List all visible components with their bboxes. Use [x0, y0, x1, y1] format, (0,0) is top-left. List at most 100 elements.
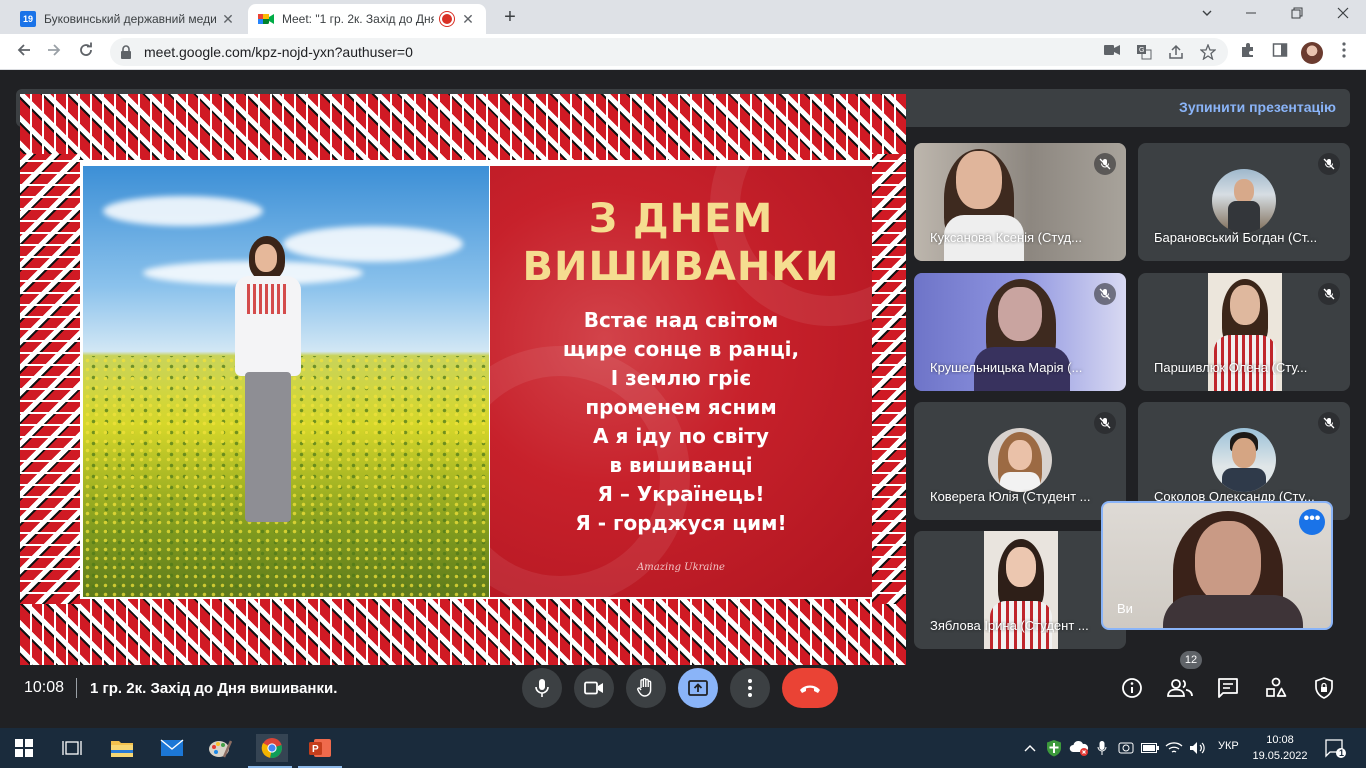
people-icon [1167, 679, 1193, 697]
mail-icon[interactable] [158, 734, 186, 762]
host-controls-button[interactable] [1310, 674, 1338, 702]
forward-arrow-icon[interactable] [42, 40, 66, 64]
restore-button[interactable] [1274, 0, 1320, 30]
leave-call-button[interactable] [782, 668, 838, 708]
participant-name: Коверега Юлія (Студент ... [930, 489, 1091, 504]
self-view-tile[interactable]: Ви ••• [1101, 501, 1333, 630]
mic-off-icon [1318, 412, 1340, 434]
poem-line: в вишиванці [609, 453, 753, 477]
calendar-favicon-icon: 19 [20, 11, 36, 27]
participant-name: Барановський Богдан (Ст... [1154, 230, 1318, 245]
poem-line: Встає над світом [583, 308, 779, 332]
camera-icon [584, 681, 603, 695]
onedrive-error-icon[interactable] [1068, 734, 1090, 762]
svg-text:G: G [1139, 47, 1144, 54]
more-options-button[interactable] [730, 668, 770, 708]
file-explorer-icon[interactable] [108, 734, 136, 762]
poem-line: І землю гріє [610, 366, 752, 390]
svg-text:P: P [312, 744, 319, 755]
close-window-button[interactable] [1320, 0, 1366, 30]
participant-tile[interactable]: Паршивлюк Олена (Сту... [1138, 273, 1350, 391]
close-tab-icon[interactable]: ✕ [220, 11, 236, 28]
field-photo [83, 166, 489, 597]
mic-off-icon [1094, 412, 1116, 434]
participant-tile[interactable]: Барановський Богдан (Ст... [1138, 143, 1350, 261]
extensions-puzzle-icon[interactable] [1238, 42, 1258, 62]
microphone-button[interactable] [522, 668, 562, 708]
powerpoint-icon[interactable]: P [298, 734, 342, 768]
chevron-down-icon[interactable] [1184, 0, 1230, 30]
poem-line: променем ясним [585, 395, 777, 419]
tab-calendar[interactable]: 19 Буковинський державний меди ✕ [10, 4, 246, 34]
more-options-button[interactable]: ••• [1299, 509, 1325, 535]
presented-slide: З ДНЕМ ВИШИВАНКИ Встає над світом щире с… [20, 94, 906, 665]
share-icon[interactable] [1168, 44, 1184, 60]
poem-line: А я іду по світу [593, 424, 769, 448]
task-view-icon[interactable] [58, 734, 86, 762]
camera-button[interactable] [574, 668, 614, 708]
battery-icon[interactable] [1140, 734, 1160, 762]
windows-taskbar: P УКР 10:08 19.05.2022 1 [0, 728, 1366, 768]
participant-avatar [1212, 169, 1276, 233]
menu-kebab-icon[interactable] [1334, 42, 1354, 62]
participant-name: Крушельницька Марія (... [930, 360, 1083, 375]
wifi-icon[interactable] [1164, 734, 1184, 762]
divider [76, 678, 77, 698]
participant-tile[interactable]: Куксанова Ксенія (Студ... [914, 143, 1126, 261]
people-button[interactable] [1166, 674, 1194, 702]
address-bar[interactable]: meet.google.com/kpz-nojd-yxn?authuser=0 [110, 38, 1228, 66]
meet-stage: Зупинити презентацію З ДНЕМ ВИШИВАНКИ Вс… [0, 71, 1366, 728]
system-time: 10:08 [1266, 734, 1294, 746]
tab-title: Буковинський державний меди [44, 12, 217, 26]
microphone-tray-icon[interactable] [1092, 734, 1112, 762]
participant-tile[interactable]: Зяблова Ірина (Студент ... [914, 531, 1126, 649]
raise-hand-button[interactable] [626, 668, 666, 708]
close-tab-icon[interactable]: ✕ [460, 11, 476, 28]
new-tab-button[interactable]: + [498, 6, 522, 30]
control-bar: 10:08 1 гр. 2к. Захід до Дня вишиванки. … [0, 651, 1366, 728]
keyboard-language[interactable]: УКР [1218, 740, 1239, 752]
meeting-clock: 10:08 [24, 679, 65, 696]
windows-start-icon[interactable] [10, 734, 38, 762]
people-count-badge: 12 [1180, 651, 1202, 669]
back-arrow-icon[interactable] [12, 40, 36, 64]
notification-center-icon[interactable]: 1 [1322, 734, 1348, 762]
security-shield-icon[interactable] [1044, 734, 1064, 762]
stop-presenting-button[interactable]: Зупинити презентацію [1179, 99, 1336, 115]
system-clock[interactable]: 10:08 19.05.2022 [1250, 732, 1310, 764]
hand-icon [637, 678, 652, 697]
volume-icon[interactable] [1188, 734, 1208, 762]
present-screen-button[interactable] [678, 668, 718, 708]
woman-figure [223, 236, 313, 526]
participant-avatar [1212, 428, 1276, 492]
minimize-button[interactable] [1228, 0, 1274, 30]
meeting-info-button[interactable] [1118, 674, 1146, 702]
mic-off-icon [1094, 283, 1116, 305]
side-panel-icon[interactable] [1270, 42, 1290, 62]
url-text: meet.google.com/kpz-nojd-yxn?authuser=0 [144, 44, 413, 60]
hang-up-icon [800, 685, 820, 693]
participant-tile[interactable]: Коверега Юлія (Студент ... [914, 402, 1126, 520]
chat-button[interactable] [1214, 674, 1242, 702]
microphone-icon [535, 679, 549, 697]
participant-avatar [988, 428, 1052, 492]
activities-button[interactable] [1262, 674, 1290, 702]
embroidery-border-bottom [20, 599, 906, 665]
camera-tray-icon[interactable] [1116, 734, 1136, 762]
chrome-icon[interactable] [248, 734, 292, 768]
embroidery-border-top [20, 94, 906, 160]
participant-tile[interactable]: Крушельницька Марія (... [914, 273, 1126, 391]
translate-icon[interactable]: G [1136, 44, 1152, 60]
more-vert-icon [748, 679, 752, 697]
camera-indicator-icon[interactable] [1104, 44, 1120, 60]
bookmark-star-icon[interactable] [1199, 43, 1217, 61]
participant-name: Зяблова Ірина (Студент ... [930, 618, 1089, 633]
system-date: 19.05.2022 [1252, 750, 1308, 762]
profile-avatar[interactable] [1301, 42, 1323, 64]
tab-meet[interactable]: Meet: "1 гр. 2к. Захід до Дня ✕ [248, 4, 486, 34]
meet-favicon-icon [258, 11, 274, 27]
paint-icon[interactable] [206, 734, 234, 762]
reload-icon[interactable] [74, 40, 98, 64]
chevron-up-icon[interactable] [1020, 734, 1040, 762]
present-icon [688, 680, 708, 696]
